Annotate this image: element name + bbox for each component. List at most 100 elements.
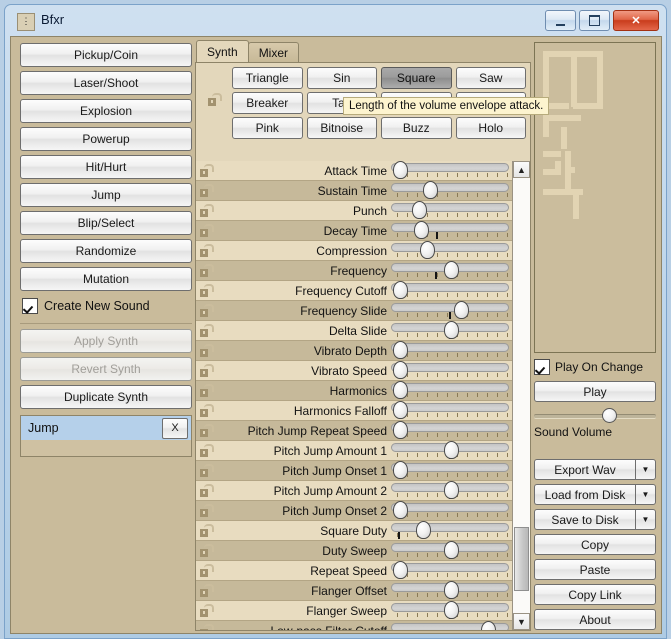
waveform-button-saw[interactable]: Saw bbox=[456, 67, 527, 89]
close-button[interactable]: ✕ bbox=[613, 10, 659, 31]
parameter-slider[interactable] bbox=[391, 422, 509, 440]
slider-knob[interactable] bbox=[393, 161, 408, 179]
parameter-slider[interactable] bbox=[391, 482, 509, 500]
unlocked-padlock-icon[interactable] bbox=[200, 324, 213, 337]
generator-laser-shoot[interactable]: Laser/Shoot bbox=[20, 71, 192, 95]
revert-synth-button[interactable]: Revert Synth bbox=[20, 357, 192, 381]
unlocked-padlock-icon[interactable] bbox=[200, 244, 213, 257]
scroll-up-button[interactable]: ▲ bbox=[513, 161, 530, 178]
parameter-slider[interactable] bbox=[391, 262, 509, 280]
sound-volume-slider[interactable] bbox=[534, 408, 656, 422]
unlocked-padlock-icon[interactable] bbox=[200, 344, 213, 357]
export-wav-split-button[interactable]: Export Wav ▼ bbox=[534, 459, 656, 480]
generator-powerup[interactable]: Powerup bbox=[20, 127, 192, 151]
remove-sound-button[interactable]: X bbox=[162, 418, 188, 439]
generator-explosion[interactable]: Explosion bbox=[20, 99, 192, 123]
slider-knob[interactable] bbox=[393, 561, 408, 579]
parameter-slider[interactable] bbox=[391, 342, 509, 360]
save-to-disk-split-button[interactable]: Save to Disk ▼ bbox=[534, 509, 656, 530]
load-from-disk-button[interactable]: Load from Disk bbox=[534, 484, 635, 505]
parameter-slider[interactable] bbox=[391, 522, 509, 540]
unlocked-padlock-icon[interactable] bbox=[200, 404, 213, 417]
generator-blip-select[interactable]: Blip/Select bbox=[20, 211, 192, 235]
unlocked-padlock-icon[interactable] bbox=[200, 484, 213, 497]
duplicate-synth-button[interactable]: Duplicate Synth bbox=[20, 385, 192, 409]
parameter-slider[interactable] bbox=[391, 562, 509, 580]
volume-knob[interactable] bbox=[602, 408, 617, 423]
slider-knob[interactable] bbox=[444, 261, 459, 279]
vertical-scrollbar[interactable]: ▲ ▼ bbox=[512, 161, 530, 630]
waveform-button-triangle[interactable]: Triangle bbox=[232, 67, 303, 89]
slider-knob[interactable] bbox=[393, 421, 408, 439]
list-item[interactable]: Jump X bbox=[21, 416, 191, 440]
parameter-slider[interactable] bbox=[391, 182, 509, 200]
parameter-slider[interactable] bbox=[391, 242, 509, 260]
play-button[interactable]: Play bbox=[534, 381, 656, 402]
parameter-slider[interactable] bbox=[391, 382, 509, 400]
create-new-sound-checkbox[interactable]: Create New Sound bbox=[22, 295, 192, 317]
unlocked-padlock-icon[interactable] bbox=[200, 284, 213, 297]
slider-knob[interactable] bbox=[393, 381, 408, 399]
generator-hit-hurt[interactable]: Hit/Hurt bbox=[20, 155, 192, 179]
slider-knob[interactable] bbox=[444, 601, 459, 619]
paste-button[interactable]: Paste bbox=[534, 559, 656, 580]
waveform-button-sin[interactable]: Sin bbox=[307, 67, 378, 89]
slider-knob[interactable] bbox=[444, 321, 459, 339]
unlocked-padlock-icon[interactable] bbox=[200, 224, 213, 237]
play-on-change-checkbox[interactable]: Play On Change bbox=[534, 357, 656, 377]
unlocked-padlock-icon[interactable] bbox=[200, 164, 213, 177]
unlocked-padlock-icon[interactable] bbox=[200, 464, 213, 477]
parameter-slider[interactable] bbox=[391, 542, 509, 560]
chevron-down-icon[interactable]: ▼ bbox=[635, 509, 656, 530]
scroll-down-button[interactable]: ▼ bbox=[513, 613, 530, 630]
slider-knob[interactable] bbox=[393, 501, 408, 519]
save-to-disk-button[interactable]: Save to Disk bbox=[534, 509, 635, 530]
generator-pickup-coin[interactable]: Pickup/Coin bbox=[20, 43, 192, 67]
waveform-button-pink[interactable]: Pink bbox=[232, 117, 303, 139]
parameter-slider[interactable] bbox=[391, 502, 509, 520]
parameter-slider[interactable] bbox=[391, 222, 509, 240]
unlocked-padlock-icon[interactable] bbox=[208, 93, 221, 106]
apply-synth-button[interactable]: Apply Synth bbox=[20, 329, 192, 353]
unlocked-padlock-icon[interactable] bbox=[200, 564, 213, 577]
parameter-slider[interactable] bbox=[391, 322, 509, 340]
slider-knob[interactable] bbox=[481, 621, 496, 631]
parameter-slider[interactable] bbox=[391, 602, 509, 620]
slider-knob[interactable] bbox=[393, 341, 408, 359]
slider-knob[interactable] bbox=[393, 281, 408, 299]
about-button[interactable]: About bbox=[534, 609, 656, 630]
parameter-slider[interactable] bbox=[391, 622, 509, 631]
copy-button[interactable]: Copy bbox=[534, 534, 656, 555]
waveform-button-breaker[interactable]: Breaker bbox=[232, 92, 303, 114]
slider-knob[interactable] bbox=[412, 201, 427, 219]
slider-knob[interactable] bbox=[444, 441, 459, 459]
export-wav-button[interactable]: Export Wav bbox=[534, 459, 635, 480]
unlocked-padlock-icon[interactable] bbox=[200, 364, 213, 377]
slider-knob[interactable] bbox=[393, 361, 408, 379]
unlocked-padlock-icon[interactable] bbox=[200, 444, 213, 457]
parameter-slider[interactable] bbox=[391, 302, 509, 320]
parameter-slider[interactable] bbox=[391, 582, 509, 600]
slider-knob[interactable] bbox=[454, 301, 469, 319]
randomize-button[interactable]: Randomize bbox=[20, 239, 192, 263]
slider-knob[interactable] bbox=[444, 481, 459, 499]
tab-mixer[interactable]: Mixer bbox=[248, 42, 299, 63]
unlocked-padlock-icon[interactable] bbox=[200, 264, 213, 277]
slider-knob[interactable] bbox=[393, 401, 408, 419]
slider-knob[interactable] bbox=[414, 221, 429, 239]
waveform-button-holo[interactable]: Holo bbox=[456, 117, 527, 139]
parameter-slider[interactable] bbox=[391, 402, 509, 420]
mutation-button[interactable]: Mutation bbox=[20, 267, 192, 291]
parameter-slider[interactable] bbox=[391, 162, 509, 180]
unlocked-padlock-icon[interactable] bbox=[200, 184, 213, 197]
slider-knob[interactable] bbox=[444, 581, 459, 599]
tab-synth[interactable]: Synth bbox=[196, 40, 249, 63]
unlocked-padlock-icon[interactable] bbox=[200, 544, 213, 557]
waveform-button-square[interactable]: Square bbox=[381, 67, 452, 89]
scrollbar-thumb[interactable] bbox=[514, 527, 529, 591]
parameter-slider[interactable] bbox=[391, 362, 509, 380]
waveform-button-buzz[interactable]: Buzz bbox=[381, 117, 452, 139]
parameter-slider[interactable] bbox=[391, 462, 509, 480]
unlocked-padlock-icon[interactable] bbox=[200, 604, 213, 617]
minimize-button[interactable] bbox=[545, 10, 576, 31]
